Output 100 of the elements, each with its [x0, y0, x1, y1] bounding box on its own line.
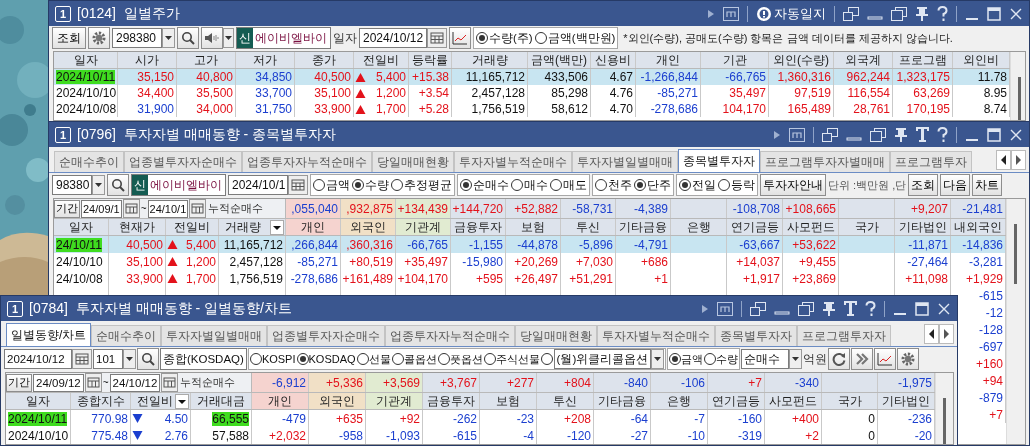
summary-value: +277: [480, 373, 537, 392]
tab[interactable]: 업종투자자누적순매수: [242, 151, 372, 172]
period-button[interactable]: 기간: [54, 199, 80, 218]
stock-code-field[interactable]: 98380: [52, 175, 92, 195]
tab[interactable]: 업종별투자자순매수: [267, 325, 386, 346]
table-cell: +2,032: [268, 428, 306, 443]
radio-button[interactable]: 매도: [550, 177, 587, 193]
radio-button[interactable]: 매수: [511, 177, 548, 193]
investor-guide-button[interactable]: 투자자안내: [760, 174, 826, 196]
radio-button[interactable]: 전일: [679, 177, 716, 193]
date-field[interactable]: 2024/10/12: [4, 349, 72, 369]
column-header: 보험: [506, 219, 561, 235]
tab[interactable]: 프로그램투자자별매매: [760, 151, 890, 172]
tab[interactable]: 일별동향/차트: [6, 323, 92, 346]
index-name-field[interactable]: 종합(KOSDAQ): [160, 348, 247, 370]
tab[interactable]: 프로그램투자: [890, 151, 972, 172]
table-cell: 962,244: [846, 70, 890, 84]
end-date-field[interactable]: 24/10/12: [109, 373, 161, 392]
table-cell: 170,195: [906, 102, 950, 116]
unit-note: 단위 :백만원 ,단: [828, 177, 907, 193]
radio-button[interactable]: 선물: [356, 351, 391, 367]
window-title: [0784] 투자자별 매매동향 - 일별동향/차트: [29, 299, 292, 318]
tab[interactable]: 순매수추이: [54, 151, 124, 172]
radio-button[interactable]: 천주: [595, 177, 632, 193]
table-cell: +26,497: [514, 271, 558, 286]
radio-button[interactable]: KOSDAQ: [296, 353, 356, 365]
table-cell: -63,667: [739, 237, 780, 252]
table-cell: 0: [868, 428, 875, 443]
table-cell: -319: [737, 428, 762, 443]
table-row[interactable]: 24/10/10 35,100 1,200 2,457,128 -85,271 +80,519 +35,497 -15,980 +20,269 +7,030 +686 +14,037 +9,455 -27,464 -3,281: [54, 253, 1006, 270]
table-cell: 63,269: [913, 86, 950, 100]
summary-value: ,055,040: [286, 199, 341, 218]
column-header: 개인: [286, 219, 341, 235]
table-cell: +686: [640, 254, 668, 269]
radio-button[interactable]: 풋옵션: [437, 351, 483, 367]
table-cell: +635: [335, 411, 363, 426]
column-header: 종합지수: [71, 393, 131, 409]
radio-button[interactable]: 순매수: [460, 177, 509, 193]
radio-button[interactable]: 수량: [352, 177, 389, 193]
table-cell: 8.74: [983, 102, 1007, 116]
tab[interactable]: 종목별투자자: [678, 149, 760, 172]
index-code-field[interactable]: 101: [93, 349, 123, 369]
mode-select[interactable]: 순매수: [741, 349, 790, 369]
table-cell: 66,555: [212, 411, 249, 426]
table-cell: 34,400: [137, 86, 174, 100]
tab[interactable]: 순매수추이: [91, 325, 162, 346]
table-cell: 1,200: [375, 86, 406, 100]
column-header: 거래량: [452, 52, 528, 68]
tab[interactable]: 투자자별일별매매: [161, 325, 268, 346]
toolbar-button[interactable]: 다음: [940, 174, 971, 196]
radio-button[interactable]: 수량: [704, 351, 739, 367]
table-row[interactable]: 2024/10/11 35,150 40,800 34,850 40,500 5,400 +15.38 11,165,712 433,506 4.67 -1,266,844 -66,765 1,360,316 962,244 1,323,175 11.78: [54, 69, 1010, 85]
table-cell: 5,400: [375, 70, 406, 84]
tab[interactable]: 투자자별누적순매수: [597, 325, 716, 346]
table-cell: +15.38: [411, 70, 449, 84]
radio-button[interactable]: 주식선물: [483, 351, 540, 367]
end-date-field[interactable]: 24/10/1: [147, 199, 189, 218]
query-button[interactable]: 조회: [52, 27, 86, 49]
tab[interactable]: 업종별투자자순매수: [124, 151, 242, 172]
tab[interactable]: 종목별투자자: [715, 325, 798, 346]
table-cell: 8.95: [983, 86, 1007, 100]
weekly-option-select[interactable]: (월)위클리콜옵션: [553, 349, 652, 369]
radio-button[interactable]: 금액: [669, 351, 704, 367]
summary-value: +9,207: [895, 199, 951, 218]
start-date-field[interactable]: 24/09/1: [81, 199, 122, 218]
radio-button[interactable]: 수량(주): [476, 30, 533, 46]
radio-button[interactable]: 금액: [313, 177, 350, 193]
table-row[interactable]: 2024/10/08 31,900 34,000 31,750 33,900 1,700 +5.28 1,756,519 58,612 4.70 -278,686 104,170 165,489 28,761 170,195 8.74: [54, 101, 1010, 117]
radio-button[interactable]: 추정평균: [391, 177, 452, 193]
tab[interactable]: 당일매매현황: [515, 325, 598, 346]
start-date-field[interactable]: 24/09/12: [33, 373, 84, 392]
radio-button[interactable]: KOSPI: [249, 353, 296, 365]
summary-value: +134,439: [396, 199, 451, 218]
auto-log-button[interactable]: 자동일지: [756, 4, 826, 23]
column-header: 전일비: [354, 52, 409, 68]
stock-code-field[interactable]: 298380: [112, 28, 162, 48]
table-row[interactable]: 2024/10/10 775.48 2.76 57,588 +2,032 -958 -1,093 -615 -4 -120 -27 -10 -319 +2 0 -20: [6, 427, 935, 444]
table-cell: +7: [989, 407, 1003, 422]
table-cell: 775.48: [91, 428, 128, 443]
tab[interactable]: 투자자별누적순매수: [454, 151, 572, 172]
table-row[interactable]: 2024/10/11 770.98 4.50 66,555 -479 +635 +92 -262 -23 +208 -64 -7 -160 +400 0 -236: [6, 410, 935, 427]
table-row[interactable]: 24/10/11 40,500 5,400 11,165,712 ,266,844 ,360,316 -66,765 -1,155 -44,878 -5,896 -4,791 -63,667 +53,622 -11,871 -14,836: [54, 236, 1006, 253]
toolbar-button[interactable]: 조회: [908, 174, 939, 196]
toolbar-button[interactable]: 차트: [972, 174, 1003, 196]
radio-button[interactable]: 콜옵션: [391, 351, 437, 367]
cumulative-label: 누적순매수: [207, 201, 265, 216]
tab[interactable]: 프로그램투자자: [797, 325, 892, 346]
tab[interactable]: 당일매매현황: [372, 151, 454, 172]
period-button[interactable]: 기간: [6, 373, 32, 392]
date-field[interactable]: 2024/10/12: [359, 28, 427, 48]
table-cell: -66,765: [725, 70, 766, 84]
screen-number-badge: 1: [55, 5, 71, 22]
tab[interactable]: 투자자별일별매매: [572, 151, 678, 172]
radio-button[interactable]: 금액(백만원): [534, 30, 616, 46]
tab[interactable]: 업종투자자누적순매수: [385, 325, 516, 346]
date-field[interactable]: 2024/10/1: [228, 175, 288, 195]
radio-button[interactable]: 등락: [718, 177, 755, 193]
table-row[interactable]: 24/10/08 33,900 1,700 1,756,519 -278,686 +161,489 +104,170 +595 +26,497 +51,291 +1 +1,917 +23,869 +11,098 +1,929: [54, 270, 1006, 287]
table-row[interactable]: 2024/10/10 34,400 35,500 33,700 35,100 1,200 +3.54 2,457,128 85,298 4.76 -85,271 35,497 97,519 116,554 63,269 8.95: [54, 85, 1010, 101]
radio-button[interactable]: 단주: [634, 177, 671, 193]
